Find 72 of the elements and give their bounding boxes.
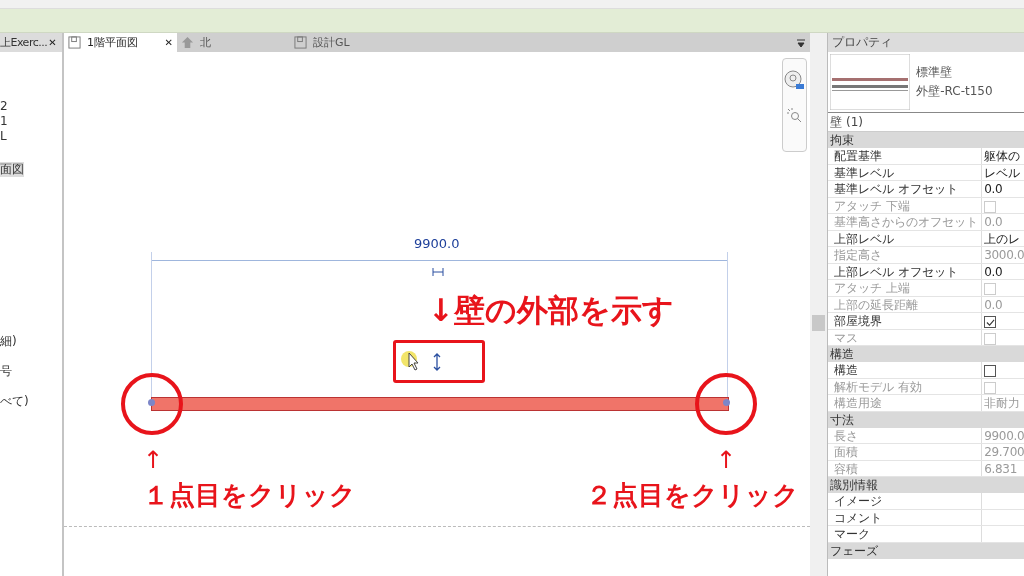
browser-item[interactable]: 2 bbox=[0, 99, 8, 114]
property-label: アタッチ 上端 bbox=[828, 280, 983, 296]
property-label: アタッチ 下端 bbox=[828, 197, 983, 213]
property-value: 29.700 bbox=[983, 444, 1024, 460]
property-value: 0.0 bbox=[983, 296, 1004, 312]
checkbox[interactable] bbox=[984, 365, 997, 377]
flip-arrow-icon bbox=[432, 353, 441, 371]
property-label: 上部レベル bbox=[828, 230, 983, 246]
property-value[interactable]: 上のレ bbox=[982, 230, 1024, 246]
property-label: 面積 bbox=[828, 444, 983, 460]
property-label: 配置基準 bbox=[828, 148, 983, 164]
endpoint-icon bbox=[147, 399, 155, 406]
property-value[interactable]: 0.0 bbox=[982, 181, 1024, 197]
property-label: 構造用途 bbox=[828, 395, 983, 411]
type-selector[interactable]: 標準壁 外壁-RC-t150 bbox=[828, 52, 1024, 113]
view-tab[interactable]: 北 bbox=[176, 33, 290, 52]
group-header[interactable]: 構造 bbox=[828, 346, 1024, 362]
view-tab[interactable]: 1階平面図 ✕ bbox=[63, 33, 177, 52]
annotation-text: １点目をクリック bbox=[142, 480, 356, 512]
view-tab[interactable]: 設計GL bbox=[289, 33, 354, 52]
property-value: 0.0 bbox=[983, 214, 1004, 230]
wall-preview-icon bbox=[830, 54, 911, 110]
browser-item[interactable]: 面図 bbox=[0, 162, 24, 177]
property-value[interactable]: レベル bbox=[982, 164, 1024, 180]
dimension-text[interactable]: 9900.0 bbox=[413, 236, 460, 251]
view-icon bbox=[67, 36, 81, 49]
annotation-text: ↓壁の外部を示す bbox=[427, 291, 674, 330]
property-label: 上部の延長距離 bbox=[828, 296, 983, 312]
group-header[interactable]: 拘束 bbox=[828, 132, 1024, 148]
checkbox[interactable] bbox=[984, 316, 997, 328]
property-label: 基準レベル オフセット bbox=[828, 181, 983, 197]
highlight-circle bbox=[120, 373, 183, 435]
property-value: 3000.0 bbox=[983, 247, 1024, 263]
endpoint-icon bbox=[722, 399, 730, 406]
dimension-toggle-icon bbox=[431, 268, 444, 276]
property-value[interactable]: 躯体の bbox=[982, 148, 1024, 164]
property-label: 基準レベル bbox=[828, 164, 983, 180]
property-label: 長さ bbox=[828, 427, 983, 443]
property-label: 容積 bbox=[828, 460, 983, 476]
property-value: 6.831 bbox=[983, 460, 1019, 476]
highlight-circle bbox=[694, 373, 757, 435]
property-value[interactable]: 0.0 bbox=[982, 263, 1024, 279]
property-label: イメージ bbox=[828, 493, 983, 509]
property-value: 9900.0 bbox=[983, 427, 1024, 443]
property-label: 解析モデル 有効 bbox=[828, 378, 983, 394]
close-icon[interactable]: ✕ bbox=[48, 37, 57, 48]
property-label: マス bbox=[828, 329, 983, 345]
browser-item[interactable]: 細) bbox=[0, 334, 17, 349]
property-label: 部屋境界 bbox=[828, 313, 983, 329]
browser-item[interactable]: L bbox=[0, 129, 7, 144]
property-label: 基準高さからのオフセット bbox=[828, 214, 983, 230]
property-label: 上部レベル オフセット bbox=[828, 263, 983, 279]
zoom-icon bbox=[786, 107, 803, 123]
property-label: マーク bbox=[828, 526, 983, 542]
group-header[interactable]: 識別情報 bbox=[828, 477, 1024, 493]
annotation-arrow: ↑ bbox=[142, 448, 164, 472]
browser-item[interactable]: 号 bbox=[0, 364, 12, 379]
scroll-bar[interactable] bbox=[810, 33, 828, 576]
property-label: コメント bbox=[828, 509, 983, 525]
type-name: 外壁-RC-t150 bbox=[916, 83, 993, 100]
panel-title: プロパティ bbox=[828, 33, 1024, 52]
property-value: 非耐力 bbox=[983, 395, 1021, 411]
browser-item[interactable]: べて) bbox=[0, 394, 29, 409]
browser-item[interactable]: 1 bbox=[0, 114, 8, 129]
annotation-arrow: ↑ bbox=[715, 448, 737, 472]
dropdown-icon bbox=[796, 37, 807, 48]
property-label: 指定高さ bbox=[828, 247, 983, 263]
close-icon[interactable]: ✕ bbox=[164, 37, 173, 48]
annotation-text: ２点目をクリック bbox=[585, 480, 799, 512]
view-icon bbox=[293, 36, 307, 49]
property-label: 構造 bbox=[828, 362, 983, 378]
type-family: 標準壁 bbox=[916, 64, 954, 81]
